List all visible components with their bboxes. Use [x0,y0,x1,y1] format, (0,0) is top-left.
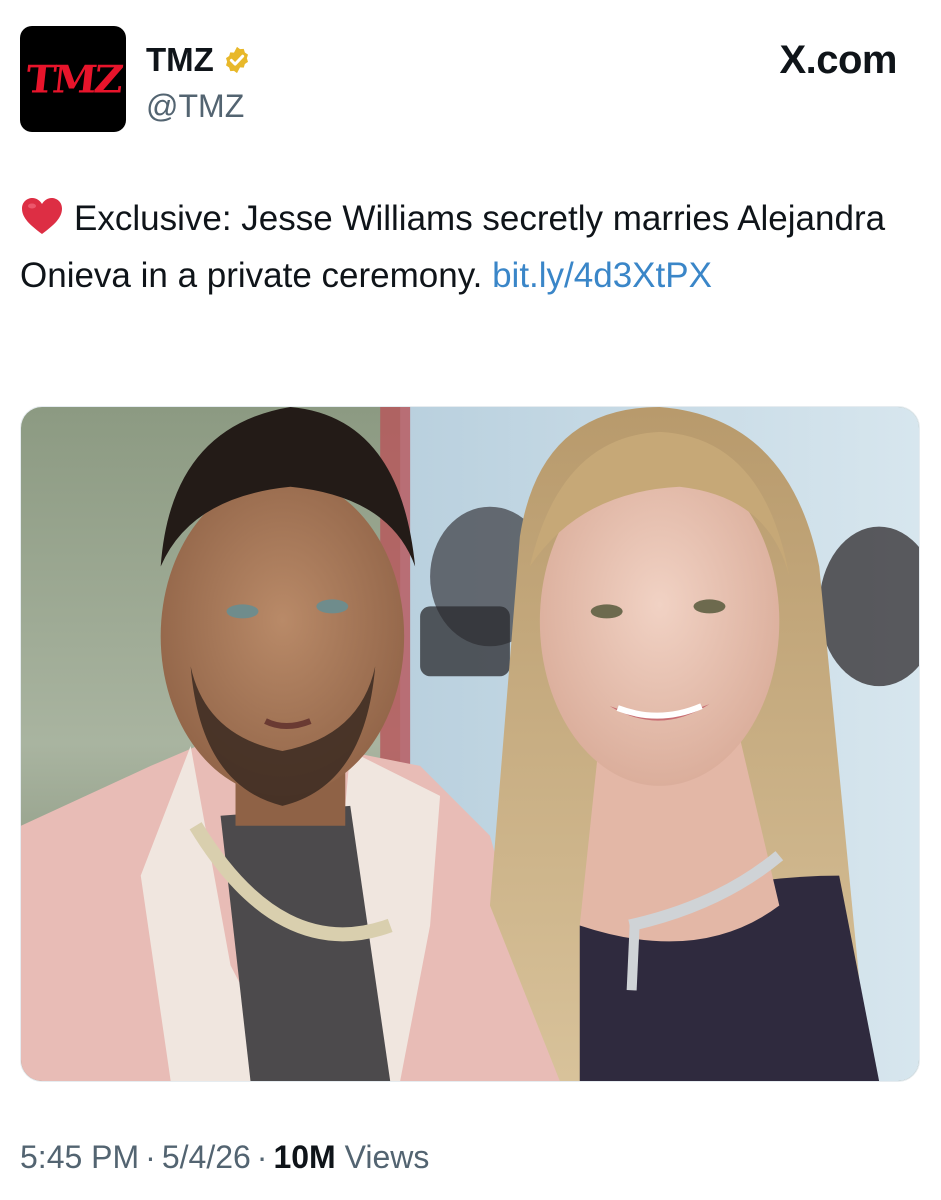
tweet-card: TMZ TMZ @TMZ X.com Exclusive: Jesse Will… [0,0,941,1200]
site-label: X.com [779,38,897,82]
views-count: 10M [273,1139,336,1175]
views-label: Views [344,1139,430,1175]
heart-icon [22,198,62,234]
verified-badge-icon [225,46,248,74]
tweet-text: Exclusive: Jesse Williams secretly marri… [20,190,900,304]
name-row: TMZ [146,38,252,82]
tweet-body: Exclusive: Jesse Williams secretly marri… [20,199,886,295]
tweet-time[interactable]: 5:45 PM [20,1139,139,1175]
tweet-link[interactable]: bit.ly/4d3XtPX [492,256,712,295]
separator: · [256,1139,268,1175]
display-name[interactable]: TMZ [146,38,214,82]
tweet-meta: 5:45 PM · 5/4/26 · 10M Views [20,1134,429,1180]
user-info: TMZ @TMZ [146,38,252,128]
photo-image [21,407,919,1081]
tweet-date[interactable]: 5/4/26 [162,1139,251,1175]
separator: · [145,1139,156,1175]
tmz-logo: TMZ [23,56,123,102]
tweet-photo[interactable] [20,406,920,1082]
handle[interactable]: @TMZ [146,84,252,128]
avatar[interactable]: TMZ [20,26,126,132]
